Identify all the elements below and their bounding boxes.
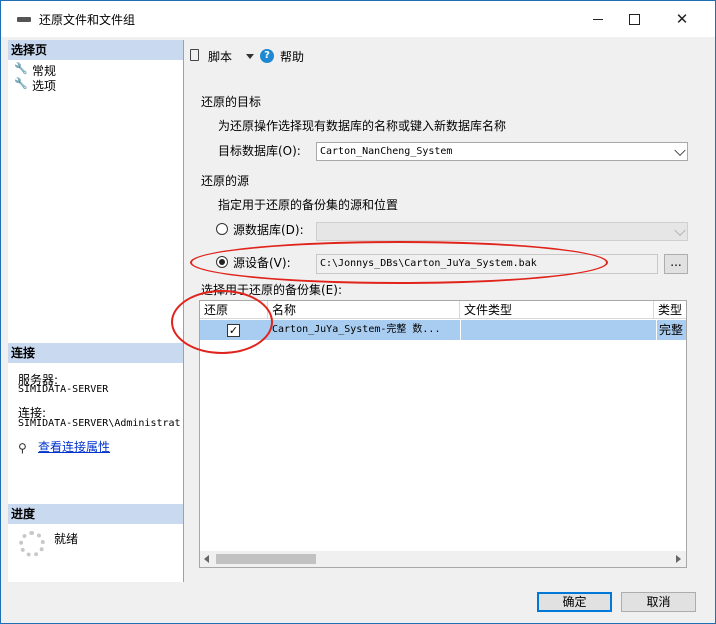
title-bar: 还原文件和文件组 ✕ (1, 1, 715, 37)
browse-button[interactable]: ... (664, 254, 688, 274)
column-header-type[interactable]: 类型 (654, 301, 686, 319)
table-row[interactable]: ✓ Carton_JuYa_System-完整 数... 完整 (200, 320, 686, 340)
app-icon (17, 17, 31, 22)
toolbar: 脚本 ? 帮助 (184, 40, 704, 70)
page-item-label: 选项 (32, 79, 57, 93)
ok-button[interactable]: 确定 (537, 592, 612, 612)
column-header-file-type[interactable]: 文件类型 (460, 301, 654, 319)
target-section-title: 还原的目标 (201, 95, 262, 109)
maximize-icon (628, 13, 640, 25)
script-button[interactable]: 脚本 (190, 48, 256, 66)
wrench-icon: 🔧 (14, 62, 28, 75)
help-icon: ? (260, 49, 274, 63)
close-icon: ✕ (675, 10, 689, 28)
help-button[interactable]: ? 帮助 (260, 48, 320, 66)
close-button[interactable]: ✕ (659, 1, 705, 37)
file-type-cell (460, 320, 654, 340)
chevron-down-icon (674, 144, 686, 156)
script-icon (190, 49, 199, 61)
minimize-icon (593, 18, 603, 20)
page-item-options[interactable]: 🔧 选项 (14, 77, 174, 93)
source-db-combo[interactable] (316, 222, 688, 241)
window-title: 还原文件和文件组 (39, 13, 136, 27)
help-label: 帮助 (280, 50, 305, 64)
backup-sets-grid: 还原 名称 文件类型 类型 ✓ Carton_JuYa_System-完整 数.… (199, 300, 687, 568)
connection-heading: 连接 (8, 343, 183, 363)
server-value: SIMIDATA-SERVER (18, 384, 109, 395)
source-description: 指定用于还原的备份集的源和位置 (218, 198, 399, 212)
progress-spinner-icon (19, 531, 45, 557)
select-page-heading: 选择页 (8, 40, 183, 60)
script-label: 脚本 (208, 50, 233, 64)
dropdown-arrow-icon[interactable] (246, 54, 254, 59)
scroll-right-icon[interactable] (676, 555, 681, 563)
cancel-button[interactable]: 取消 (621, 592, 696, 612)
column-header-name[interactable]: 名称 (268, 301, 460, 319)
chevron-down-icon (674, 224, 686, 236)
source-db-radio[interactable] (216, 223, 228, 235)
progress-heading: 进度 (8, 504, 183, 524)
progress-status: 就绪 (54, 532, 79, 546)
source-db-label: 源数据库(D): (233, 223, 304, 237)
type-cell: 完整 (656, 320, 686, 340)
connection-properties-icon: ⚲ (18, 441, 27, 455)
scroll-left-icon[interactable] (204, 555, 209, 563)
page-item-general[interactable]: 🔧 常规 (14, 62, 174, 78)
connection-value: SIMIDATA-SERVER\Administrat (18, 418, 181, 429)
scrollbar-thumb[interactable] (216, 554, 316, 564)
target-db-combo[interactable]: Carton_NanCheng_System (316, 142, 688, 161)
annotation-circle-device (190, 241, 608, 284)
source-section-title: 还原的源 (201, 174, 250, 188)
maximize-button[interactable] (611, 1, 657, 37)
horizontal-scrollbar[interactable] (200, 551, 686, 567)
wrench-icon: 🔧 (14, 77, 28, 90)
target-db-label: 目标数据库(O): (218, 144, 301, 158)
annotation-circle-checkbox (171, 290, 273, 354)
target-db-value: Carton_NanCheng_System (320, 146, 453, 157)
target-description: 为还原操作选择现有数据库的名称或键入新数据库名称 (218, 119, 507, 133)
view-connection-properties-link[interactable]: 查看连接属性 (38, 438, 110, 455)
left-panel: 选择页 🔧 常规 🔧 选项 连接 服务器: SIMIDATA-SERVER 连接… (8, 40, 184, 582)
name-cell: Carton_JuYa_System-完整 数... (272, 324, 441, 335)
